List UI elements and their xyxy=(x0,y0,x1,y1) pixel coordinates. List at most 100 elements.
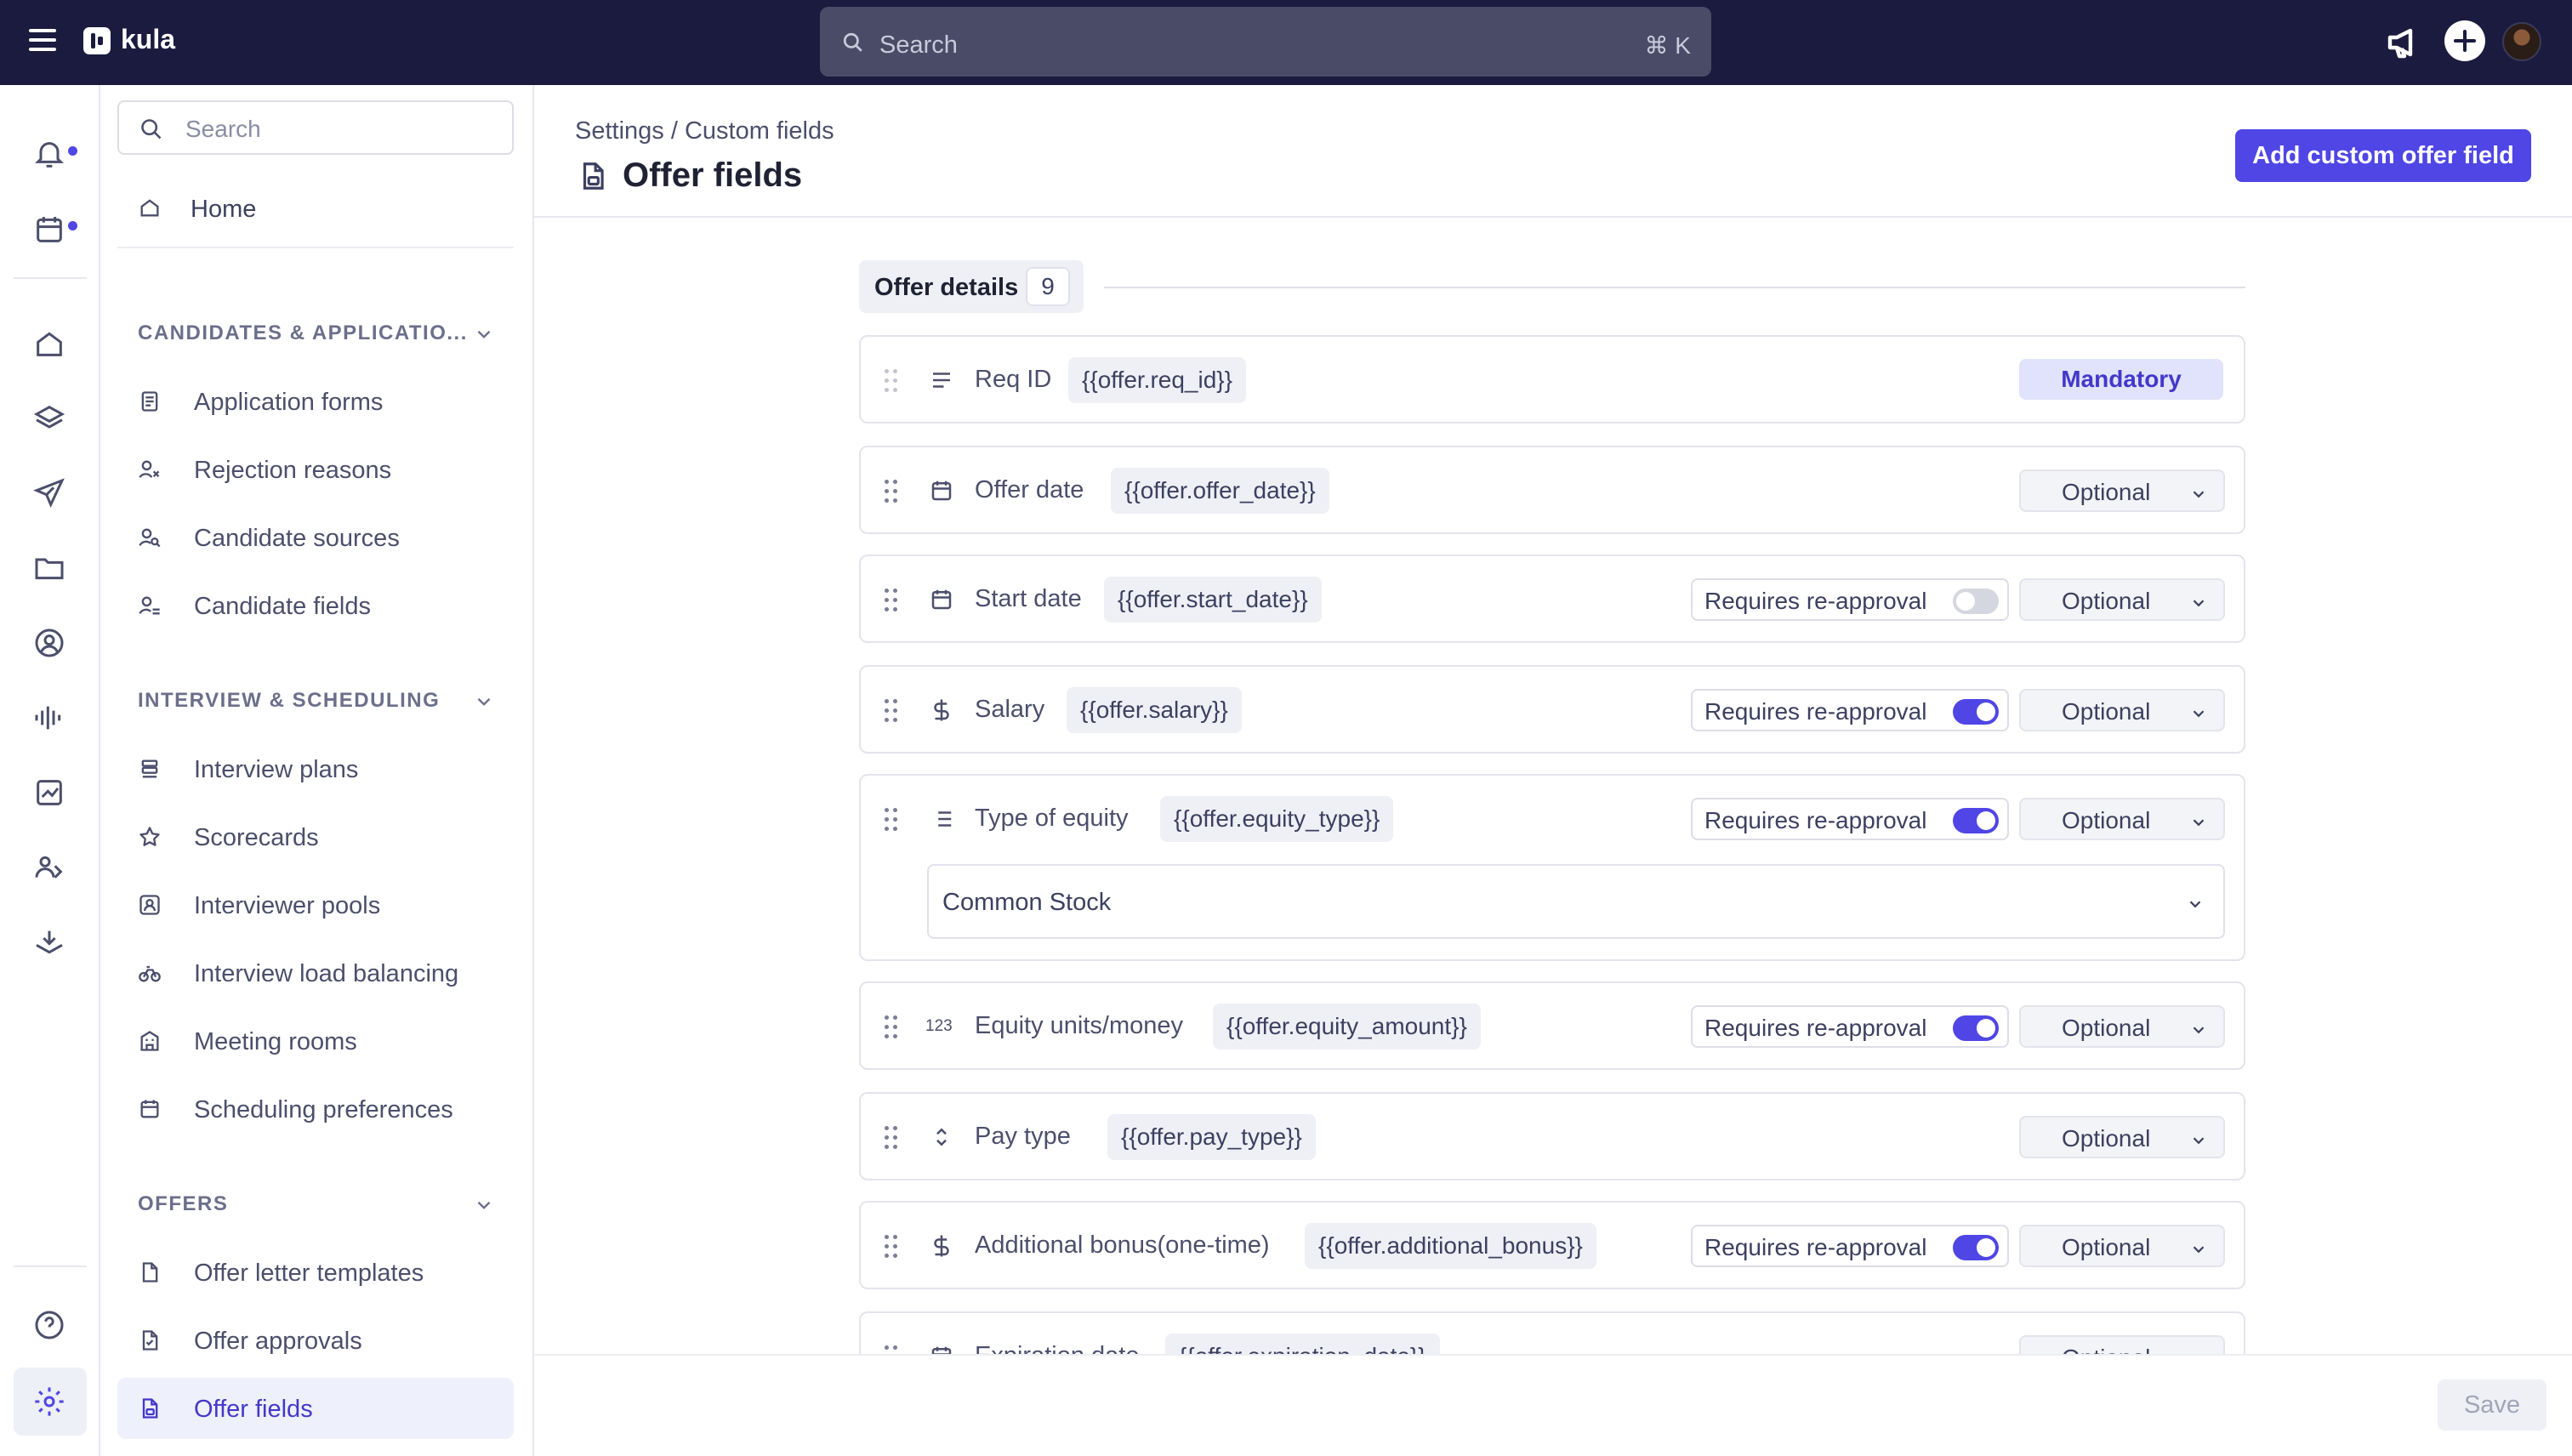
requirement-select[interactable]: Optional xyxy=(2019,578,2225,621)
field-token: {{offer.salary}} xyxy=(1067,687,1242,733)
drag-handle-icon[interactable] xyxy=(885,589,900,612)
group-offer-details[interactable]: Offer details 9 xyxy=(859,260,1084,313)
chevron-down-icon[interactable] xyxy=(473,323,495,345)
requirement-value: Optional xyxy=(2062,1125,2151,1152)
user-avatar[interactable] xyxy=(2502,22,2541,61)
save-button[interactable]: Save xyxy=(2438,1379,2546,1430)
section-interview-scheduling: INTERVIEW & SCHEDULING xyxy=(138,689,441,712)
requirement-select[interactable]: Optional xyxy=(2019,1116,2225,1158)
reapproval-toggle[interactable] xyxy=(1953,808,1999,833)
file-settings-icon xyxy=(583,162,604,190)
sidebar-item-interview-load-balancing[interactable]: Interview load balancing xyxy=(117,942,514,1004)
add-custom-offer-field-button[interactable]: Add custom offer field xyxy=(2235,129,2531,182)
field-row-pay-type: Pay type {{offer.pay_type}} Optional xyxy=(859,1092,2245,1180)
bicycle-icon xyxy=(139,965,161,982)
users-icon[interactable] xyxy=(32,850,66,884)
requirement-select[interactable]: Optional xyxy=(2019,798,2225,840)
chevron-down-icon xyxy=(2193,1137,2205,1145)
requirement-select[interactable]: Optional xyxy=(2019,689,2225,731)
sidebar-item-label: Candidate sources xyxy=(194,525,400,552)
equity-type-value: Common Stock xyxy=(942,889,1112,916)
home-icon[interactable] xyxy=(32,327,66,361)
send-icon[interactable] xyxy=(32,476,66,510)
requirement-select[interactable]: Optional xyxy=(2019,469,2225,512)
reapproval-toggle[interactable] xyxy=(1953,589,1999,614)
sidebar-item-candidate-sources[interactable]: Candidate sources xyxy=(117,507,514,568)
gear-icon[interactable] xyxy=(32,1385,66,1419)
reapproval-toggle[interactable] xyxy=(1953,1235,1999,1260)
drag-handle-icon[interactable] xyxy=(885,808,900,832)
top-bar: kula Search ⌘ K xyxy=(0,0,2572,85)
group-count-badge: 9 xyxy=(1026,267,1070,306)
sidebar-item-scheduling-preferences[interactable]: Scheduling preferences xyxy=(117,1078,514,1140)
calendar-dot xyxy=(68,221,77,230)
breadcrumb[interactable]: Settings / Custom fields xyxy=(575,117,834,145)
equity-type-select[interactable]: Common Stock xyxy=(927,864,2225,939)
layers-icon[interactable] xyxy=(32,401,66,435)
requirement-select[interactable]: Optional xyxy=(2019,1225,2225,1267)
sidebar-item-label: Interview load balancing xyxy=(194,960,459,987)
sidebar-search-input[interactable]: Search xyxy=(117,100,514,155)
bell-icon[interactable] xyxy=(32,138,66,172)
calendar-icon xyxy=(140,1100,159,1118)
create-plus-icon[interactable] xyxy=(2444,20,2485,61)
megaphone-icon[interactable] xyxy=(2383,22,2424,63)
requires-reapproval-control: Requires re-approval xyxy=(1691,689,2009,731)
stack-download-icon[interactable] xyxy=(32,925,66,959)
group-label: Offer details xyxy=(874,274,1019,301)
requirement-value: Optional xyxy=(2062,479,2151,505)
requires-reapproval-label: Requires re-approval xyxy=(1704,588,1927,614)
user-x-icon xyxy=(139,460,160,479)
drag-handle-icon[interactable] xyxy=(885,1015,900,1039)
drag-handle-icon[interactable] xyxy=(885,480,900,503)
chart-icon[interactable] xyxy=(32,776,66,810)
drag-handle-icon[interactable] xyxy=(885,699,900,723)
field-row-req-id: Req ID {{offer.req_id}} Mandatory xyxy=(859,335,2245,424)
sidebar-item-offer-approvals[interactable]: Offer approvals xyxy=(117,1310,514,1371)
field-token: {{offer.additional_bonus}} xyxy=(1305,1223,1596,1269)
sidebar-item-interviewer-pools[interactable]: Interviewer pools xyxy=(117,874,514,936)
user-circle-icon[interactable] xyxy=(32,626,66,660)
drag-handle-icon[interactable] xyxy=(885,369,900,393)
drag-handle-icon[interactable] xyxy=(885,1235,900,1259)
calendar-check-icon[interactable] xyxy=(32,213,66,247)
requirement-value: Optional xyxy=(2062,588,2151,614)
sidebar-item-interview-plans[interactable]: Interview plans xyxy=(117,738,514,799)
sidebar-item-offer-fields[interactable]: Offer fields xyxy=(117,1378,514,1439)
icon-rail xyxy=(0,85,100,1456)
search-icon xyxy=(843,32,862,52)
header-divider xyxy=(534,216,2572,218)
field-name: Req ID xyxy=(975,366,1052,393)
sidebar-item-home[interactable]: Home xyxy=(117,177,514,238)
requirement-select[interactable]: Optional xyxy=(2019,1005,2225,1048)
sidebar-item-offer-letter-templates[interactable]: Offer letter templates xyxy=(117,1242,514,1303)
chevron-down-icon[interactable] xyxy=(473,1194,495,1216)
chevron-down-icon xyxy=(2193,819,2205,827)
folder-icon[interactable] xyxy=(32,551,66,585)
notification-dot xyxy=(68,146,77,156)
field-name: Type of equity xyxy=(975,805,1129,832)
sidebar-item-rejection-reasons[interactable]: Rejection reasons xyxy=(117,439,514,500)
file-check-icon xyxy=(142,1330,158,1351)
requirement-value: Optional xyxy=(2062,1234,2151,1260)
dollar-icon xyxy=(934,1235,949,1257)
audio-wave-icon[interactable] xyxy=(32,701,66,735)
sidebar-item-label: Candidate fields xyxy=(194,593,371,620)
field-name: Salary xyxy=(975,696,1045,723)
reapproval-toggle[interactable] xyxy=(1953,1015,1999,1041)
sidebar-item-meeting-rooms[interactable]: Meeting rooms xyxy=(117,1010,514,1072)
global-search[interactable]: Search ⌘ K xyxy=(820,7,1711,77)
chevron-down-icon xyxy=(2193,710,2205,718)
sidebar-item-label: Interviewer pools xyxy=(194,892,381,919)
drag-handle-icon[interactable] xyxy=(885,1126,900,1150)
field-token: {{offer.equity_amount}} xyxy=(1213,1004,1481,1049)
help-icon[interactable] xyxy=(32,1308,66,1342)
chevron-down-icon[interactable] xyxy=(473,691,495,713)
home-icon xyxy=(140,199,159,217)
field-token: {{offer.equity_type}} xyxy=(1160,796,1394,842)
sidebar-item-application-forms[interactable]: Application forms xyxy=(117,371,514,432)
sidebar-item-candidate-fields[interactable]: Candidate fields xyxy=(117,575,514,636)
reapproval-toggle[interactable] xyxy=(1953,699,1999,725)
menu-icon[interactable] xyxy=(29,29,56,56)
sidebar-item-scorecards[interactable]: Scorecards xyxy=(117,806,514,867)
